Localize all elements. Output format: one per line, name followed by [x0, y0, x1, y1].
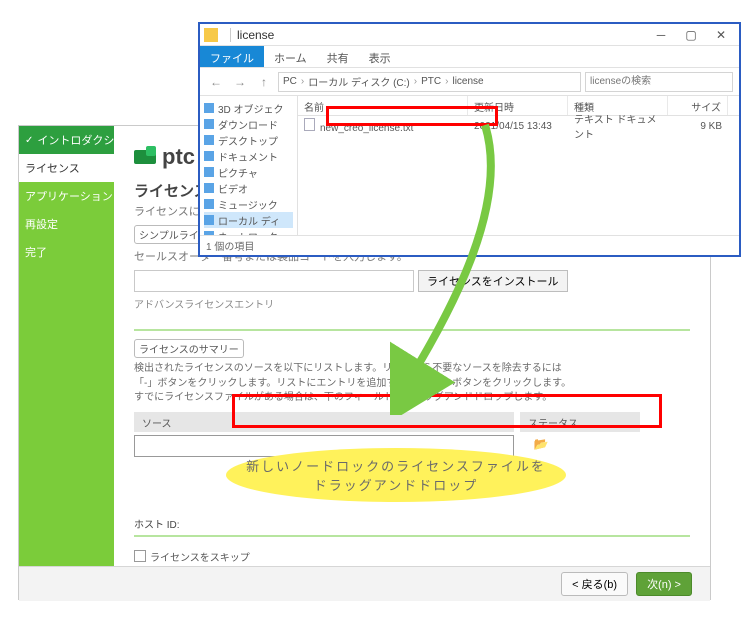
minimize-button[interactable]: ─: [647, 26, 675, 44]
nav-desktop[interactable]: デスクトップ: [204, 132, 293, 148]
nav-downloads[interactable]: ダウンロード: [204, 116, 293, 132]
install-license-button[interactable]: ライセンスをインストール: [418, 270, 568, 292]
callout-line2: ドラッグアンドドロップ: [314, 475, 478, 494]
file-type: テキスト ドキュメント: [568, 108, 668, 144]
breadcrumb[interactable]: PC› ローカル ディスク (C:)› PTC› license: [278, 72, 581, 92]
nav-music[interactable]: ミュージック: [204, 196, 293, 212]
sidebar-item-license[interactable]: ライセンス: [19, 154, 114, 182]
sidebar-item-intro[interactable]: ✓ イントロダクション: [19, 126, 114, 154]
sidebar-item-label: 再設定: [25, 216, 58, 232]
sidebar-item-finish[interactable]: 完了: [19, 238, 114, 266]
license-summary-heading: ライセンスのサマリー: [134, 339, 244, 358]
nav-up-icon[interactable]: ↑: [254, 72, 274, 92]
close-button[interactable]: ✕: [707, 26, 735, 44]
check-icon: ✓: [25, 135, 33, 146]
ribbon-tab-file[interactable]: ファイル: [200, 46, 264, 67]
ribbon-tab-share[interactable]: 共有: [317, 46, 359, 67]
file-size: 9 KB: [668, 118, 728, 135]
divider: [134, 329, 690, 331]
nav-back-icon[interactable]: ←: [206, 72, 226, 92]
annotation-callout: 新しいノードロックのライセンスファイルを ドラッグアンドドロップ: [226, 448, 566, 502]
advanced-entry-link[interactable]: アドバンスライセンスエントリ: [134, 296, 690, 311]
sales-order-input[interactable]: [134, 270, 414, 292]
explorer-statusbar: 1 個の項目: [200, 235, 739, 255]
maximize-button[interactable]: ▢: [677, 26, 705, 44]
skip-license-label: ライセンスをスキップ: [150, 549, 250, 564]
sidebar-item-label: ライセンス: [25, 160, 80, 176]
skip-license-checkbox[interactable]: [134, 550, 146, 562]
nav-videos[interactable]: ビデオ: [204, 180, 293, 196]
installer-footer: < 戻る(b) 次(n) >: [19, 566, 710, 601]
open-folder-icon[interactable]: 📂: [532, 437, 550, 455]
back-button[interactable]: < 戻る(b): [561, 572, 628, 596]
explorer-search-input[interactable]: [585, 72, 733, 92]
next-button[interactable]: 次(n) >: [636, 572, 692, 596]
nav-forward-icon[interactable]: →: [230, 72, 250, 92]
sidebar-item-label: 完了: [25, 244, 47, 260]
explorer-address-row: ← → ↑ PC› ローカル ディスク (C:)› PTC› license: [200, 68, 739, 96]
explorer-titlebar: license ─ ▢ ✕: [200, 24, 739, 46]
nav-local-disk[interactable]: ローカル ディ: [204, 212, 293, 228]
sidebar-item-label: アプリケーション: [25, 188, 113, 204]
nav-pictures[interactable]: ピクチャ: [204, 164, 293, 180]
ribbon-tab-view[interactable]: 表示: [359, 46, 401, 67]
explorer-title: license: [237, 28, 274, 42]
nav-network[interactable]: ネットワーク: [204, 228, 293, 235]
installer-sidebar: ✓ イントロダクション ライセンス アプリケーション 再設定 完了: [19, 126, 114, 566]
folder-icon: [204, 28, 218, 42]
ptc-logo-icon: [134, 146, 156, 168]
annotation-highlight-target: [232, 394, 662, 428]
annotation-highlight-source: [326, 106, 498, 126]
callout-line1: 新しいノードロックのライセンスファイルを: [246, 456, 546, 475]
divider: [134, 535, 690, 537]
explorer-navpane: 3D オブジェク ダウンロード デスクトップ ドキュメント ピクチャ ビデオ ミ…: [200, 96, 298, 235]
explorer-window: license ─ ▢ ✕ ファイル ホーム 共有 表示 ← → ↑ PC› ロ…: [198, 22, 741, 257]
file-icon: [304, 118, 315, 131]
nav-documents[interactable]: ドキュメント: [204, 148, 293, 164]
sidebar-item-reset[interactable]: 再設定: [19, 210, 114, 238]
col-size[interactable]: サイズ: [668, 96, 728, 115]
ribbon-tab-home[interactable]: ホーム: [264, 46, 317, 67]
ptc-logo-text: ptc: [162, 144, 195, 170]
sidebar-item-application[interactable]: アプリケーション: [19, 182, 114, 210]
explorer-ribbon: ファイル ホーム 共有 表示: [200, 46, 739, 68]
host-id-label: ホスト ID:: [134, 516, 690, 531]
nav-3d-objects[interactable]: 3D オブジェク: [204, 100, 293, 116]
